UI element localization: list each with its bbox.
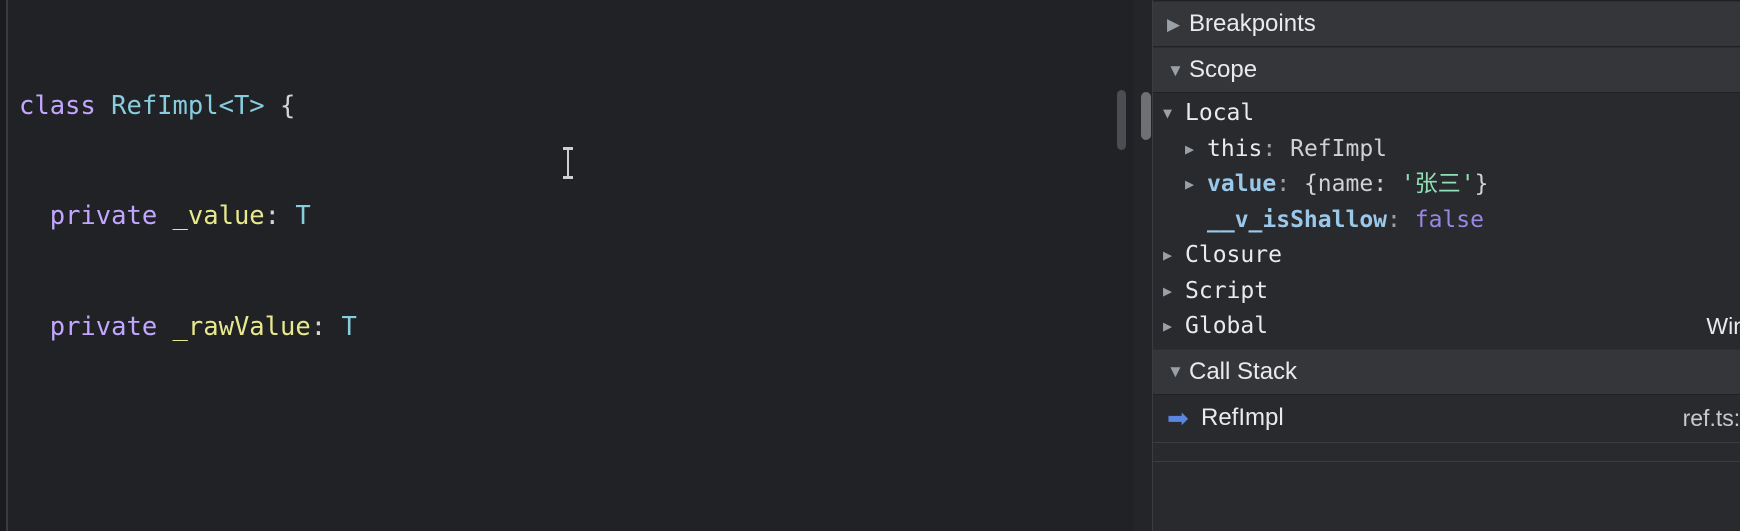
editor-vertical-scrollbar[interactable] [1117, 90, 1126, 150]
devtools-vertical-scrollbar[interactable] [1141, 92, 1151, 140]
chevron-down-icon [1167, 363, 1189, 380]
scope-tree: Local this: RefImpl value: {name: '张三'} … [1153, 93, 1740, 349]
scope-group-local[interactable]: Local [1153, 96, 1740, 132]
token-space2 [265, 91, 280, 121]
code-content[interactable]: class RefImpl<T> { private _value: T pri… [8, 10, 1134, 531]
chevron-right-icon [1167, 16, 1189, 33]
scope-group-label-script: Script [1185, 277, 1269, 304]
token-keyword-private: private [49, 201, 158, 232]
variable-name-this: this [1207, 135, 1263, 162]
token-class-name: RefImpl [111, 90, 219, 121]
token-colon2: : [310, 311, 327, 342]
variable-value-string: '张三' [1400, 171, 1475, 197]
code-line-2[interactable]: private _value: T [8, 201, 1134, 232]
section-header-scope[interactable]: Scope [1153, 47, 1740, 93]
chevron-down-icon [1167, 62, 1189, 79]
code-line-4-blank[interactable] [8, 424, 1134, 452]
token-type-t: T [295, 201, 311, 232]
call-stack-frame-refimpl[interactable]: RefImpl ref.ts:11 [1153, 394, 1740, 443]
variable-value-isshallow: false [1414, 206, 1484, 233]
scope-variable-isshallow[interactable]: __v_isShallow: false [1153, 203, 1740, 239]
devtools-debugger-panel: Watch Breakpoints Scope Local this: RefI… [1134, 0, 1740, 531]
token-colon: : [264, 201, 281, 232]
current-frame-arrow-icon [1167, 405, 1201, 431]
debugger-screen: class RefImpl<T> { private _value: T pri… [0, 0, 1740, 531]
token-keyword-class: class [19, 90, 96, 121]
code-line-3[interactable]: private _rawValue: T [8, 311, 1134, 342]
token-prop-value: _value [172, 201, 265, 232]
call-stack-frame-name: RefImpl [1201, 404, 1284, 431]
chevron-right-icon [1163, 238, 1185, 274]
token-prop-rawvalue: _rawValue [172, 311, 311, 342]
section-label-breakpoints: Breakpoints [1189, 10, 1316, 37]
section-label-scope: Scope [1189, 56, 1258, 83]
chevron-down-icon [1163, 96, 1185, 132]
scope-group-global-value: Win [1706, 313, 1740, 339]
chevron-right-icon [1185, 132, 1207, 168]
devtools-sections: Watch Breakpoints Scope Local this: RefI… [1152, 0, 1740, 531]
chevron-right-icon [1163, 309, 1185, 345]
scope-group-label-global: Global [1185, 313, 1269, 339]
chevron-right-icon [1185, 167, 1207, 203]
scope-group-script[interactable]: Script [1153, 274, 1740, 310]
scope-group-global[interactable]: Global Win [1153, 309, 1740, 345]
variable-value-this: RefImpl [1290, 135, 1388, 162]
scope-variable-this[interactable]: this: RefImpl [1153, 132, 1740, 168]
variable-colon3: : [1387, 206, 1415, 233]
call-stack-frame-location: ref.ts:11 [1682, 404, 1740, 431]
scope-group-label-local: Local [1185, 100, 1255, 126]
variable-value-open: {name: [1303, 171, 1401, 197]
token-type-t2: T [341, 311, 357, 342]
token-open-brace: { [280, 90, 296, 121]
variable-value-close: } [1474, 171, 1489, 197]
call-stack-frame-next-clipped[interactable] [1153, 442, 1740, 462]
scope-group-closure[interactable]: Closure [1153, 238, 1740, 274]
scope-variable-value[interactable]: value: {name: '张三'} [1153, 167, 1740, 203]
variable-colon: : [1262, 135, 1291, 162]
variable-name-isshallow: __v_isShallow [1207, 206, 1388, 233]
editor-gutter [0, 0, 8, 531]
token-generic: <T> [218, 90, 265, 121]
scope-group-label-closure: Closure [1185, 242, 1282, 268]
code-line-1[interactable]: class RefImpl<T> { [8, 90, 1134, 121]
section-label-call-stack: Call Stack [1189, 357, 1298, 385]
chevron-right-icon [1163, 274, 1185, 310]
code-editor-panel[interactable]: class RefImpl<T> { private _value: T pri… [0, 0, 1134, 531]
token-keyword-private2: private [49, 311, 158, 342]
section-header-breakpoints[interactable]: Breakpoints [1153, 1, 1740, 47]
section-header-call-stack[interactable]: Call Stack [1153, 348, 1740, 395]
variable-colon2: : [1276, 171, 1304, 197]
variable-name-value: value [1207, 171, 1277, 197]
